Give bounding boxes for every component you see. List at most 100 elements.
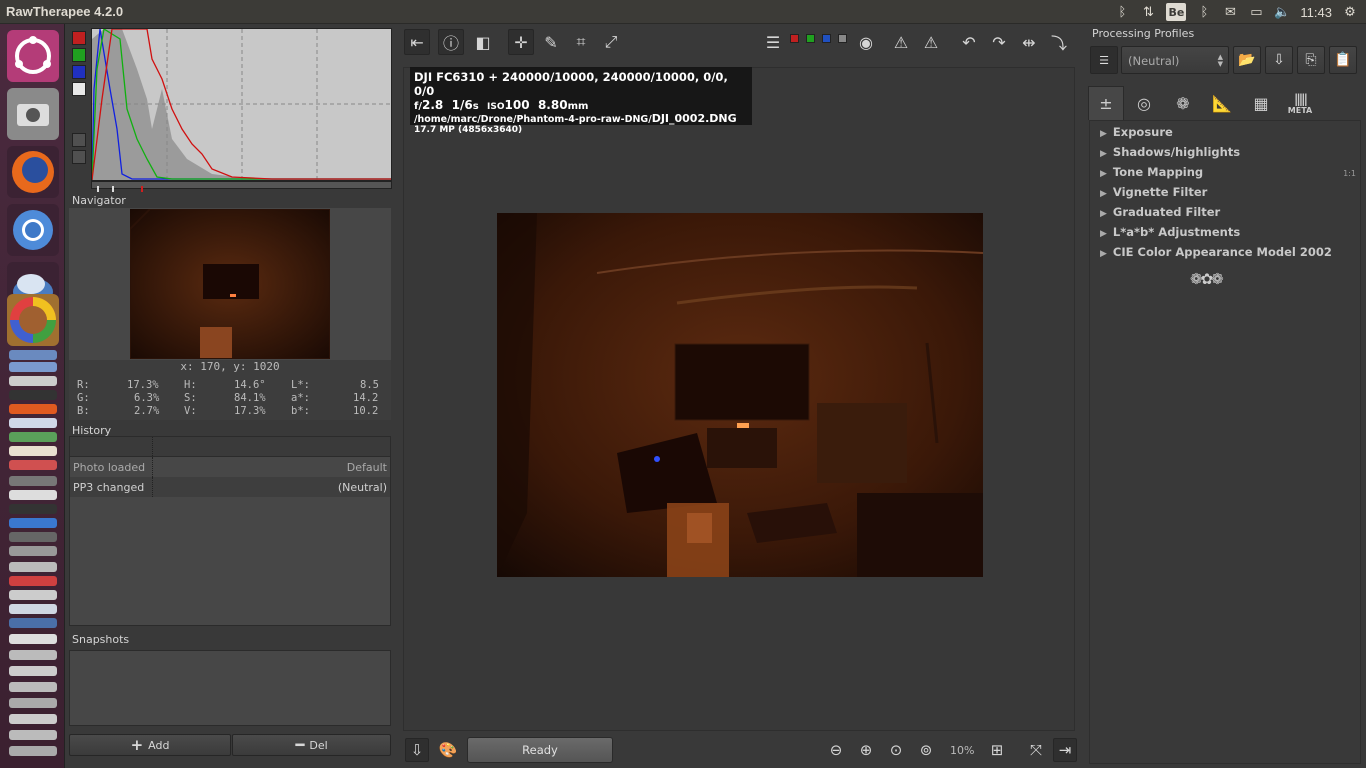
- metadata-tab[interactable]: ||||| META: [1282, 86, 1318, 120]
- rotate-right-icon[interactable]: ↷: [986, 29, 1012, 55]
- battery-icon[interactable]: ▭: [1248, 4, 1264, 20]
- history-row[interactable]: PP3 changed (Neutral): [70, 477, 390, 497]
- tool-ciecam02[interactable]: ▶ CIE Color Appearance Model 2002: [1100, 245, 1332, 259]
- green-preview-toggle[interactable]: [806, 34, 815, 43]
- save-profile-icon[interactable]: ⇩: [1265, 46, 1293, 74]
- launcher-stack-item[interactable]: [9, 562, 57, 572]
- highlight-clipping-warning-icon[interactable]: ⚠: [918, 29, 944, 55]
- transform-tab-icon[interactable]: 📐: [1204, 86, 1240, 120]
- history-row[interactable]: Photo loaded Default: [70, 457, 390, 477]
- launcher-stack-item[interactable]: [9, 746, 57, 756]
- launcher-stack-item[interactable]: [9, 714, 57, 724]
- add-snapshot-button[interactable]: + Add: [69, 734, 231, 756]
- main-preview-image[interactable]: [497, 213, 984, 577]
- launcher-stack-item[interactable]: [9, 698, 57, 708]
- tool-shadows-highlights[interactable]: ▶ Shadows/highlights: [1100, 145, 1240, 159]
- launcher-stack-item[interactable]: [9, 476, 57, 486]
- straighten-icon[interactable]: ⤢: [598, 29, 624, 55]
- tool-tone-mapping[interactable]: ▶ Tone Mapping: [1100, 165, 1203, 179]
- tool-exposure[interactable]: ▶ Exposure: [1100, 125, 1173, 139]
- launcher-stack-item[interactable]: [9, 390, 57, 400]
- fullscreen-icon[interactable]: ⤧: [1024, 738, 1048, 762]
- delete-snapshot-button[interactable]: ━ Del: [232, 734, 391, 756]
- histogram-mode-icon[interactable]: [72, 150, 86, 164]
- chroma-toggle[interactable]: [72, 99, 86, 113]
- launcher-stack-item[interactable]: [9, 350, 57, 360]
- open-profile-icon[interactable]: 📂: [1233, 46, 1261, 74]
- launcher-stack-item[interactable]: [9, 418, 57, 428]
- profile-select[interactable]: (Neutral) ▲ ▼: [1121, 46, 1229, 74]
- launcher-stack-item[interactable]: [9, 666, 57, 676]
- rotate-left-icon[interactable]: ↶: [956, 29, 982, 55]
- launcher-stack-item[interactable]: [9, 590, 57, 600]
- launcher-stack-item[interactable]: [9, 404, 57, 414]
- red-channel-toggle[interactable]: [72, 31, 86, 45]
- ubuntu-dash-icon[interactable]: [7, 30, 59, 82]
- tool-vignette-filter[interactable]: ▶ Vignette Filter: [1100, 185, 1207, 199]
- launcher-stack-item[interactable]: [9, 618, 57, 628]
- luminance-toggle[interactable]: [72, 82, 86, 96]
- flip-horizontal-icon[interactable]: ⇹: [1016, 29, 1042, 55]
- tool-lab-adjustments[interactable]: ▶ L*a*b* Adjustments: [1100, 225, 1240, 239]
- blue-preview-toggle[interactable]: [822, 34, 831, 43]
- mail-icon[interactable]: ✉: [1222, 4, 1238, 20]
- raw-tab-icon[interactable]: ▦: [1243, 86, 1279, 120]
- hide-left-panel-icon[interactable]: ⇤: [404, 29, 430, 55]
- hand-tool-icon[interactable]: ✛: [508, 29, 534, 55]
- bluetooth-icon-2[interactable]: ᛒ: [1196, 4, 1212, 20]
- detail-tab-icon[interactable]: ◎: [1126, 86, 1162, 120]
- launcher-stack-item[interactable]: [9, 376, 57, 386]
- network-transfer-icon[interactable]: ⇅: [1140, 4, 1156, 20]
- launcher-stack-item[interactable]: [9, 532, 57, 542]
- bar-toggle-icon[interactable]: [72, 133, 86, 147]
- color-tab-icon[interactable]: ❁: [1165, 86, 1201, 120]
- launcher-stack-item[interactable]: [9, 362, 57, 372]
- rawtherapee-icon[interactable]: [7, 294, 59, 346]
- tool-graduated-filter[interactable]: ▶ Graduated Filter: [1100, 205, 1220, 219]
- crop-icon[interactable]: ⌗: [568, 29, 594, 55]
- zoom-fit-icon[interactable]: ⊙: [884, 738, 908, 762]
- chromium-icon[interactable]: [7, 204, 59, 256]
- launcher-stack-item[interactable]: [9, 604, 57, 614]
- focus-mask-icon[interactable]: ◉: [853, 29, 879, 55]
- launcher-stack-item[interactable]: [9, 504, 57, 514]
- save-image-icon[interactable]: ⇩: [405, 738, 429, 762]
- raw-histogram-toggle[interactable]: [72, 116, 86, 130]
- launcher-stack-item[interactable]: [9, 546, 57, 556]
- hide-right-panel-icon[interactable]: ⇥: [1053, 738, 1077, 762]
- zoom-in-icon[interactable]: ⊕: [854, 738, 878, 762]
- send-to-editor-icon[interactable]: 🎨: [436, 738, 460, 762]
- launcher-stack-item[interactable]: [9, 432, 57, 442]
- before-after-icon[interactable]: ◧: [470, 29, 496, 55]
- launcher-stack-item[interactable]: [9, 576, 57, 586]
- volume-icon[interactable]: 🔈: [1274, 4, 1290, 20]
- bluetooth-icon[interactable]: ᛒ: [1114, 4, 1130, 20]
- blue-channel-toggle[interactable]: [72, 65, 86, 79]
- flip-vertical-icon[interactable]: ⤵: [1046, 29, 1072, 55]
- luminance-preview-toggle[interactable]: [838, 34, 847, 43]
- navigator-thumbnail[interactable]: [129, 208, 331, 360]
- gear-icon[interactable]: ⚙: [1342, 4, 1358, 20]
- clock[interactable]: 11:43: [1300, 5, 1332, 20]
- launcher-stack-item[interactable]: [9, 518, 57, 528]
- launcher-stack-item[interactable]: [9, 634, 57, 644]
- launcher-stack-item[interactable]: [9, 682, 57, 692]
- launcher-stack-item[interactable]: [9, 650, 57, 660]
- launcher-stack-item[interactable]: [9, 730, 57, 740]
- white-balance-picker-icon[interactable]: ✎: [538, 29, 564, 55]
- paste-profile-icon[interactable]: 📋: [1329, 46, 1357, 74]
- launcher-stack-item[interactable]: [9, 490, 57, 500]
- preview-mode-icon[interactable]: ☰: [758, 29, 788, 55]
- keyboard-layout-indicator[interactable]: Be: [1166, 3, 1187, 21]
- profile-list-icon[interactable]: ☰: [1090, 46, 1118, 74]
- red-preview-toggle[interactable]: [790, 34, 799, 43]
- green-channel-toggle[interactable]: [72, 48, 86, 62]
- launcher-stack-item[interactable]: [9, 460, 57, 470]
- info-icon[interactable]: ⓘ: [438, 29, 464, 55]
- exposure-tab-icon[interactable]: ±: [1088, 86, 1124, 120]
- launcher-stack-item[interactable]: [9, 446, 57, 456]
- shadow-clipping-warning-icon[interactable]: ⚠: [888, 29, 914, 55]
- zoom-100-icon[interactable]: ⊚: [914, 738, 938, 762]
- zoom-out-icon[interactable]: ⊖: [824, 738, 848, 762]
- copy-profile-icon[interactable]: ⎘: [1297, 46, 1325, 74]
